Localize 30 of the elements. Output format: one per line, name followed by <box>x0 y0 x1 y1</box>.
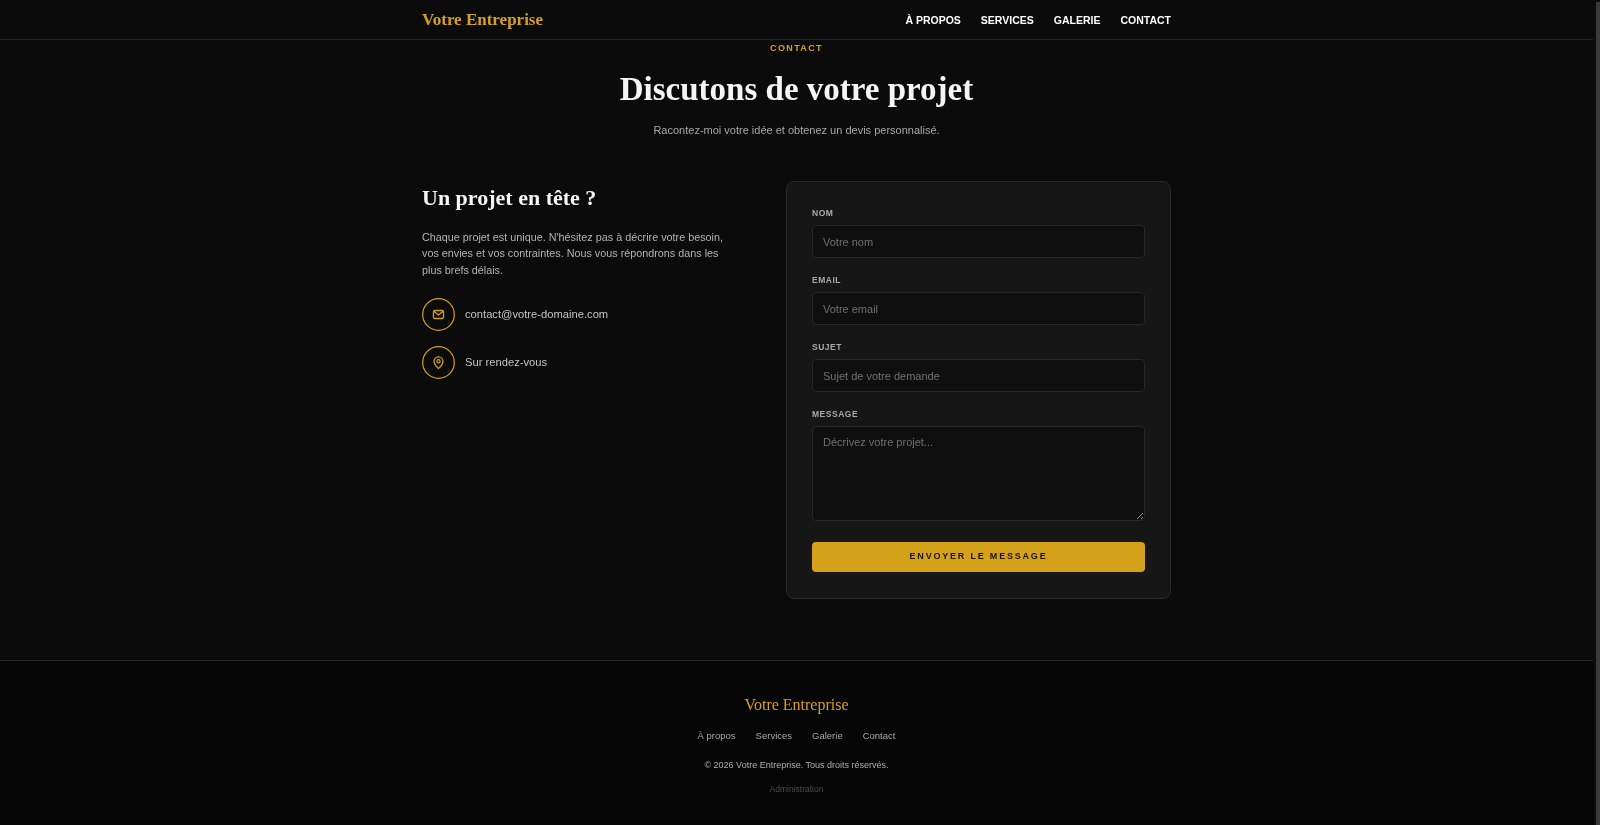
field-label: NOM <box>812 207 835 219</box>
footer-link[interactable]: Contact <box>862 729 896 743</box>
scrollbar-thumb[interactable] <box>1596 2 1600 825</box>
input-field[interactable]: Votre nom <box>812 225 1145 258</box>
nav-link[interactable]: À PROPOS <box>905 12 961 27</box>
section-label: CONTACT <box>770 42 823 54</box>
footer-link[interactable]: Services <box>755 729 793 743</box>
copyright-text: © 2026 Votre Entreprise. Tous droits réservés. <box>704 759 889 771</box>
section-heading: Un projet en tête ? <box>422 185 598 211</box>
field-label: MESSAGE <box>812 408 860 420</box>
field-label: SUJET <box>812 341 843 353</box>
message-field[interactable]: Décrivez votre projet... <box>812 426 1145 521</box>
footer-link[interactable]: À propos <box>697 729 736 743</box>
envelope-icon <box>422 297 455 331</box>
email-address: contact@votre-domaine.com <box>465 307 609 323</box>
logo[interactable]: Votre Entreprise <box>422 9 544 30</box>
nav-link[interactable]: SERVICES <box>980 12 1034 27</box>
input-field[interactable]: Sujet de votre demande <box>812 359 1145 392</box>
nav-link[interactable]: GALERIE <box>1053 12 1101 27</box>
footer-link[interactable]: Galerie <box>812 729 843 743</box>
send-button[interactable]: ENVOYER LE MESSAGE <box>812 542 1145 572</box>
page-title: Discutons de votre projet <box>619 70 974 108</box>
intro-paragraph: Chaque projet est unique. N'hésitez pas à décrire votre besoin, vos envies et vos contraintes. Nous vous répondrons dans les plus brefs délais. <box>422 230 724 278</box>
subtitle: Racontez-moi votre idée et obtenez un devis personnalisé. <box>653 123 940 138</box>
footer-logo: Votre Entreprise <box>744 695 849 715</box>
input-field[interactable]: Votre email <box>812 292 1145 325</box>
field-label: EMAIL <box>812 274 842 286</box>
nav-link[interactable]: CONTACT <box>1120 12 1171 27</box>
map-pin-icon <box>422 345 455 379</box>
location-text: Sur rendez-vous <box>465 355 548 371</box>
